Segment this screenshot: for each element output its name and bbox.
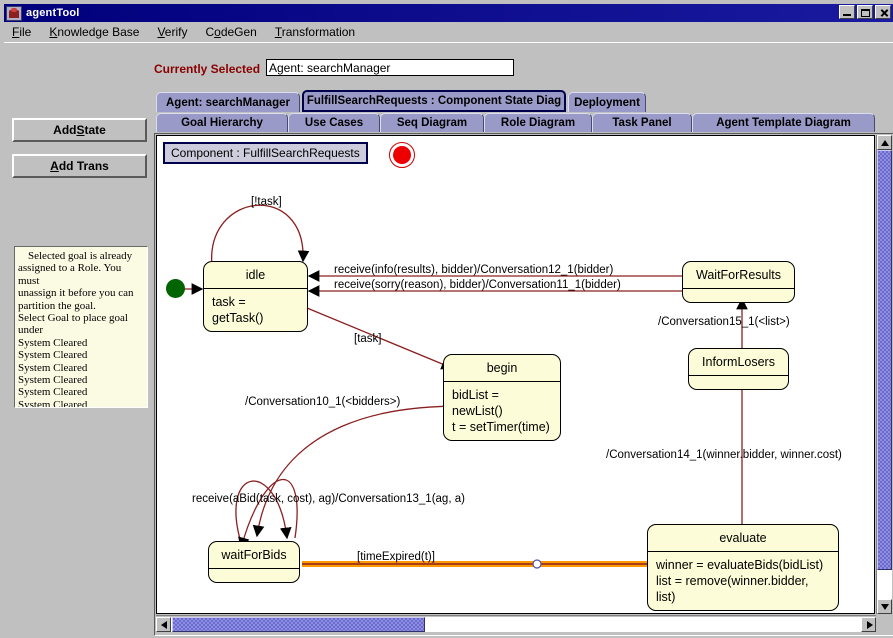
vertical-scrollbar[interactable]: [876, 135, 893, 614]
minimize-button[interactable]: [839, 5, 855, 19]
menu-item-file[interactable]: File: [12, 25, 31, 39]
state-node-waitforresults[interactable]: WaitForResults: [682, 261, 795, 303]
caret-up-icon: [881, 140, 889, 146]
state-body-line: bidList = newList(): [452, 388, 503, 418]
start-state-icon[interactable]: [166, 279, 185, 298]
state-name: begin: [486, 361, 518, 375]
transition-label-conv10[interactable]: /Conversation10_1(<bidders>): [245, 396, 400, 408]
tab-agent-searchmanager[interactable]: Agent: searchManager: [156, 92, 300, 112]
state-diagram-canvas[interactable]: Component : FulfillSearchRequests idle t…: [156, 135, 875, 614]
caret-down-icon: [881, 604, 889, 610]
tab-task-panel[interactable]: Task Panel: [592, 113, 692, 132]
caret-right-icon: [867, 621, 873, 629]
log-line: Selected goal is already: [28, 250, 133, 262]
state-node-evaluate[interactable]: evaluate winner = evaluateBids(bidList) …: [647, 524, 839, 611]
state-name: InformLosers: [702, 355, 775, 369]
vertical-scroll-thumb[interactable]: [877, 150, 892, 570]
menu-item-verify[interactable]: Verify: [157, 25, 187, 39]
title-bar: agentTool: [4, 4, 893, 22]
tab-goal-hierarchy[interactable]: Goal Hierarchy: [156, 113, 288, 132]
log-line: System Cleared: [18, 361, 88, 374]
transition-label-info[interactable]: receive(info(results), bidder)/Conversat…: [334, 264, 613, 276]
horizontal-scroll-thumb[interactable]: [172, 617, 425, 632]
state-body: [209, 569, 299, 582]
state-node-idle[interactable]: idle task = getTask(): [203, 261, 308, 332]
state-node-begin[interactable]: begin bidList = newList() t = setTimer(t…: [443, 354, 561, 441]
horizontal-scrollbar[interactable]: [156, 615, 876, 632]
tab-fulfillsearchrequests-component-state-diag[interactable]: FulfillSearchRequests : Component State …: [302, 90, 566, 112]
app-icon: [6, 5, 22, 21]
state-body-line: winner = evaluateBids(bidList): [656, 558, 824, 572]
tab-use-cases[interactable]: Use Cases: [288, 113, 380, 132]
transition-label-not-task[interactable]: [!task]: [251, 196, 282, 208]
application-window: agentTool File Knowledge Base Verify Cod…: [0, 0, 893, 638]
state-node-waitforbids[interactable]: waitForBids: [208, 541, 300, 583]
state-body: bidList = newList() t = setTimer(time): [444, 382, 560, 440]
transition-label-conv14[interactable]: /Conversation14_1(winner.bidder, winner.…: [606, 449, 842, 461]
state-body-line: t = setTimer(time): [452, 420, 550, 434]
log-line: partition the goal.: [18, 299, 96, 312]
log-line: Select Goal to place goal under: [18, 312, 128, 337]
transition-label-sorry[interactable]: receive(sorry(reason), bidder)/Conversat…: [334, 279, 621, 291]
wire-idle-self: [211, 204, 310, 267]
log-line: System Cleared: [18, 349, 88, 362]
log-line: unassign it before you can: [18, 287, 134, 300]
state-body-line: list = remove(winner.bidder, list): [656, 574, 809, 604]
currently-selected-input[interactable]: Agent: searchManager: [266, 59, 514, 76]
add-trans-button[interactable]: Add Trans: [12, 154, 147, 178]
menu-bar: File Knowledge Base Verify CodeGen Trans…: [4, 23, 893, 41]
window-controls: [839, 5, 891, 19]
tab-role-diagram[interactable]: Role Diagram: [484, 113, 592, 132]
state-name: idle: [245, 268, 266, 282]
menu-separator: [4, 42, 893, 45]
currently-selected-label: Currently Selected: [154, 62, 261, 76]
log-line: System Cleared: [18, 336, 88, 349]
component-label[interactable]: Component : FulfillSearchRequests: [163, 142, 368, 164]
state-body: [683, 289, 794, 302]
state-body-line: task = getTask(): [212, 295, 264, 325]
state-body: winner = evaluateBids(bidList) list = re…: [648, 552, 838, 610]
log-line: assigned to a Role. You must: [18, 262, 122, 287]
state-name: waitForBids: [221, 548, 287, 562]
caret-left-icon: [161, 621, 167, 629]
close-button[interactable]: [875, 5, 891, 19]
window-title: agentTool: [26, 7, 80, 19]
state-name: WaitForResults: [696, 268, 781, 282]
final-state-icon[interactable]: [389, 142, 415, 168]
scroll-down-button[interactable]: [877, 599, 892, 614]
transition-label-task[interactable]: [task]: [354, 333, 381, 345]
state-node-informlosers[interactable]: InformLosers: [688, 348, 789, 390]
log-line: System Cleared: [18, 386, 88, 399]
state-body: [689, 376, 788, 389]
menu-item-codegen[interactable]: CodeGen: [205, 25, 256, 39]
menu-item-knowledge-base[interactable]: Knowledge Base: [49, 25, 139, 39]
add-state-button[interactable]: Add State: [12, 118, 147, 142]
wire-begin-to-waitforbids: [252, 405, 450, 538]
tab-deployment[interactable]: Deployment: [568, 92, 646, 112]
transition-label-conv13[interactable]: receive(aBid(task, cost), ag)/Conversati…: [192, 493, 465, 505]
scroll-up-button[interactable]: [877, 135, 892, 150]
message-log[interactable]: Selected goal is already assigned to a R…: [14, 246, 148, 408]
log-line: System Cleared: [18, 398, 88, 408]
tab-seq-diagram[interactable]: Seq Diagram: [380, 113, 484, 132]
transition-label-timeexpired[interactable]: [timeExpired(t)]: [357, 551, 435, 563]
log-line: System Cleared: [18, 374, 88, 387]
transition-label-conv15[interactable]: /Conversation15_1(<list>): [658, 316, 790, 328]
scroll-left-button[interactable]: [156, 617, 171, 632]
maximize-button[interactable]: [857, 5, 873, 19]
scroll-right-button[interactable]: [861, 617, 876, 632]
state-name: evaluate: [719, 531, 767, 545]
menu-item-transformation[interactable]: Transformation: [275, 25, 355, 39]
tab-agent-template-diagram[interactable]: Agent Template Diagram: [692, 113, 875, 132]
